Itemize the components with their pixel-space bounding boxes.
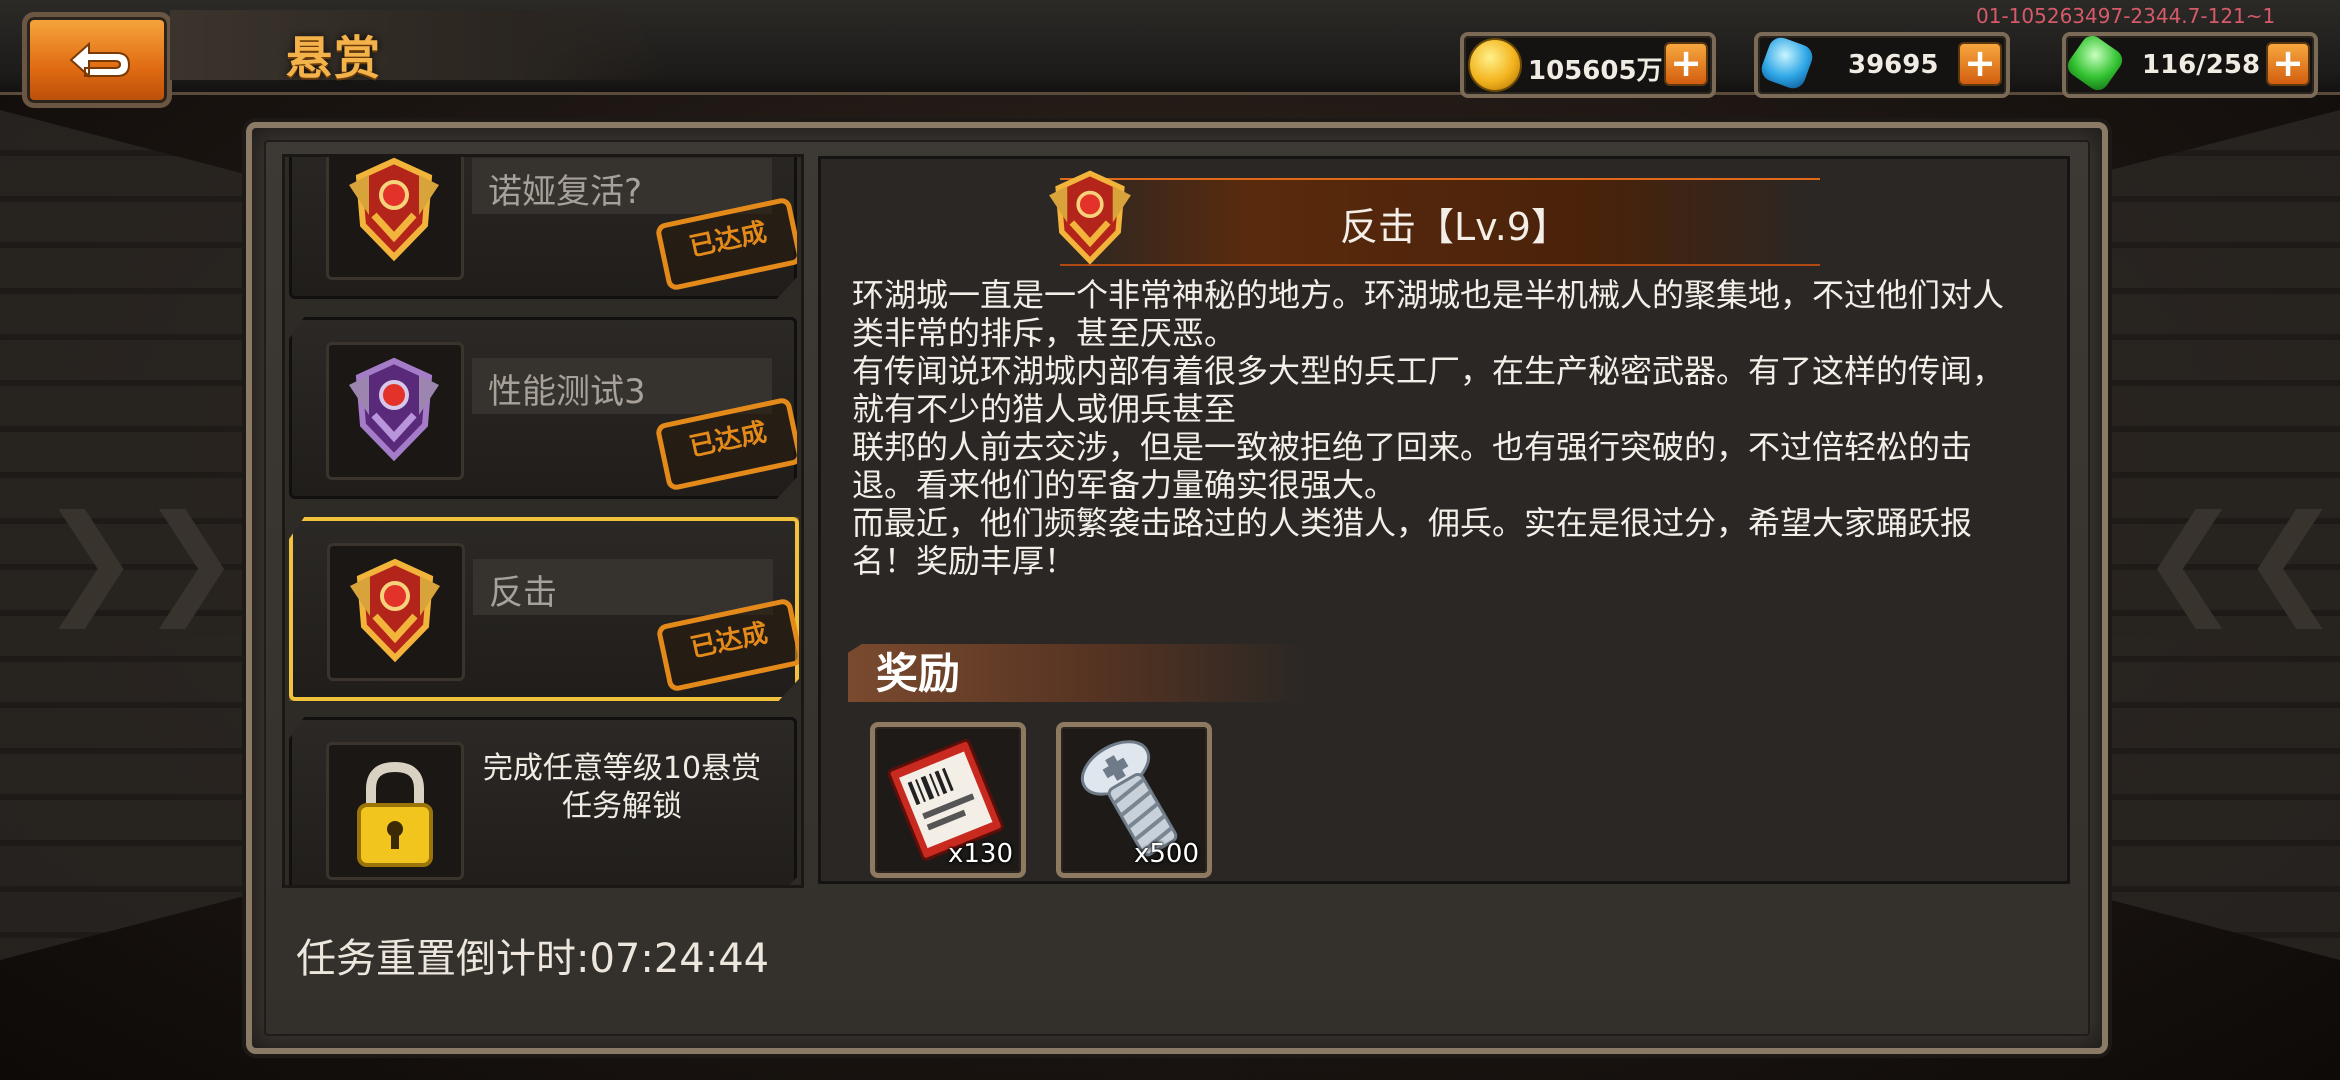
task-detail-title: 反击【Lv.9】 [1340,205,1569,249]
red-rank-badge-icon [349,157,439,262]
page-title: 悬赏 [286,31,382,85]
chevron-decor: ❮❮ [2140,490,2340,629]
blue-crystal-icon [1758,34,1816,92]
reset-countdown: 任务重置倒计时:07:24:44 [296,936,770,982]
stamina-value: 116/258 [2142,50,2261,80]
green-gem-icon [2063,31,2127,95]
back-button[interactable] [22,12,172,108]
reward-count: x500 [1133,839,1199,869]
padlock-icon [357,761,433,867]
gold-resource: 105605万 + [1460,32,1716,98]
crystal-value: 39695 [1848,50,1939,80]
add-crystal-button[interactable]: + [1958,42,2002,86]
crystal-resource: 39695 + [1754,32,2010,98]
debug-id-text: 01-105263497-2344.7-121~1 [1976,4,2276,28]
red-rank-badge-icon [350,558,440,663]
chevron-decor: ❯❯ [40,490,242,629]
reward-title: 奖励 [876,649,961,698]
title-plate [170,10,670,80]
task-name: 诺娅复活? [488,172,643,212]
red-rank-badge-icon [1049,170,1131,265]
background-door-left: ❯❯ [0,110,260,960]
unlock-requirement-text: 完成任意等级10悬赏 任务解锁 [482,751,762,824]
task-item-locked[interactable]: 完成任意等级10悬赏 任务解锁 [289,717,797,885]
task-name: 性能测试3 [488,372,646,412]
gold-value: 105605万 [1528,56,1663,86]
task-item-counterattack[interactable]: 反击 已达成 [289,517,799,701]
task-list[interactable]: 诺娅复活? 已达成 性能测试3 已达成 反击 已达成 完成任意等级10悬赏 任务… [282,154,804,888]
task-item-performance-test[interactable]: 性能测试3 已达成 [289,317,797,499]
back-arrow-icon [69,41,131,79]
task-item-nuoya[interactable]: 诺娅复活? 已达成 [289,157,797,299]
reward-item-screw[interactable]: x500 [1056,722,1212,878]
task-description: 环湖城一直是一个非常神秘的地方。环湖城也是半机械人的聚集地，不过他们对人类非常的… [852,276,2005,580]
top-bar: 悬赏 01-105263497-2344.7-121~1 105605万 + 3… [0,0,2340,108]
reward-count: x130 [947,839,1013,869]
add-stamina-button[interactable]: + [2266,42,2310,86]
badge-frame [326,742,464,880]
purple-rank-badge-icon [349,357,439,462]
reward-item-ticket[interactable]: x130 [870,722,1026,878]
background-door-right: ❮❮ [2080,110,2340,960]
badge-frame [327,543,465,681]
add-gold-button[interactable]: + [1664,42,1708,86]
gold-coin-icon [1468,38,1522,92]
stamina-resource: 116/258 + [2062,31,2318,98]
badge-frame [326,157,464,280]
badge-frame [326,342,464,480]
task-name: 反击 [489,573,557,613]
